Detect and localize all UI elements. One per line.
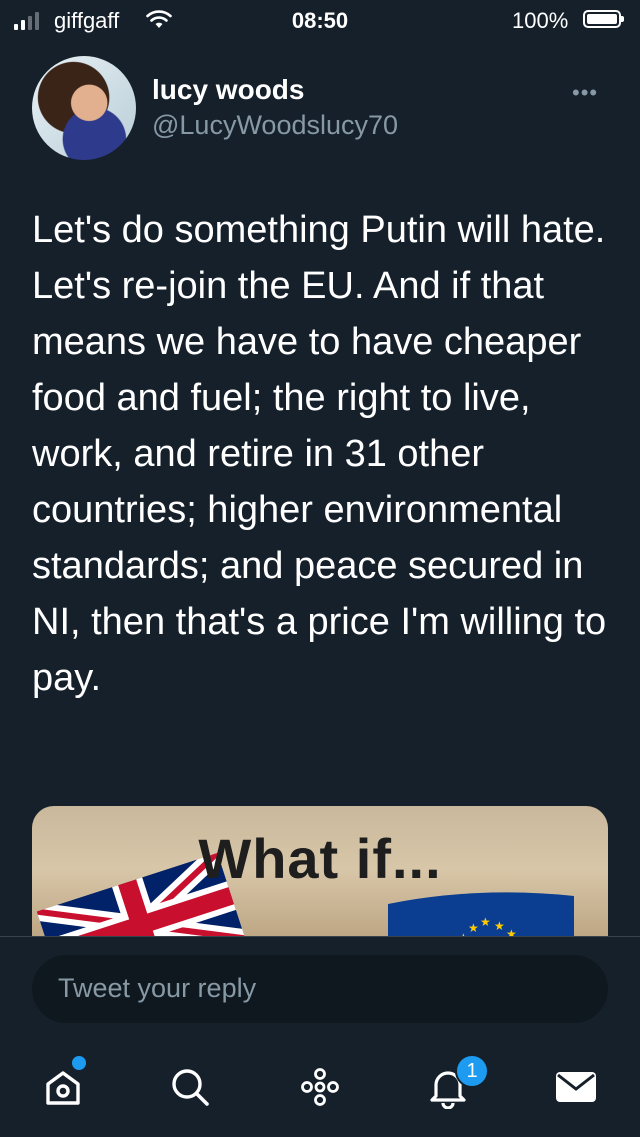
spaces-icon bbox=[301, 1068, 339, 1106]
tab-search[interactable] bbox=[160, 1057, 220, 1117]
battery-icon bbox=[583, 10, 624, 28]
home-icon bbox=[46, 1071, 80, 1105]
tab-spaces[interactable] bbox=[290, 1057, 350, 1117]
display-name[interactable]: lucy woods bbox=[152, 74, 304, 106]
more-options-button[interactable]: ••• bbox=[572, 80, 598, 106]
reply-input[interactable]: Tweet your reply bbox=[32, 955, 608, 1023]
reply-placeholder: Tweet your reply bbox=[58, 973, 257, 1003]
battery-percentage: 100% bbox=[512, 8, 569, 33]
tab-bar bbox=[0, 1057, 640, 1127]
home-new-content-dot bbox=[72, 1056, 86, 1070]
mail-icon bbox=[556, 1072, 596, 1102]
avatar[interactable] bbox=[32, 56, 136, 160]
notification-count-badge: 1 bbox=[455, 1054, 489, 1088]
status-bar: giffgaff 08:50 100% bbox=[0, 0, 640, 42]
svg-text:★: ★ bbox=[480, 915, 491, 929]
tab-messages[interactable] bbox=[546, 1057, 606, 1117]
search-icon bbox=[172, 1069, 209, 1106]
svg-text:★: ★ bbox=[468, 921, 479, 935]
media-title-text: What if... bbox=[198, 827, 442, 890]
svg-text:★: ★ bbox=[494, 919, 505, 933]
tweet-text: Let's do something Putin will hate. Let'… bbox=[32, 209, 607, 699]
user-handle[interactable]: @LucyWoodslucy70 bbox=[152, 110, 398, 141]
tweet-media-image[interactable]: ★★★ ★★★ ★ What if... bbox=[32, 806, 608, 946]
bottom-area: Tweet your reply bbox=[0, 936, 640, 1137]
